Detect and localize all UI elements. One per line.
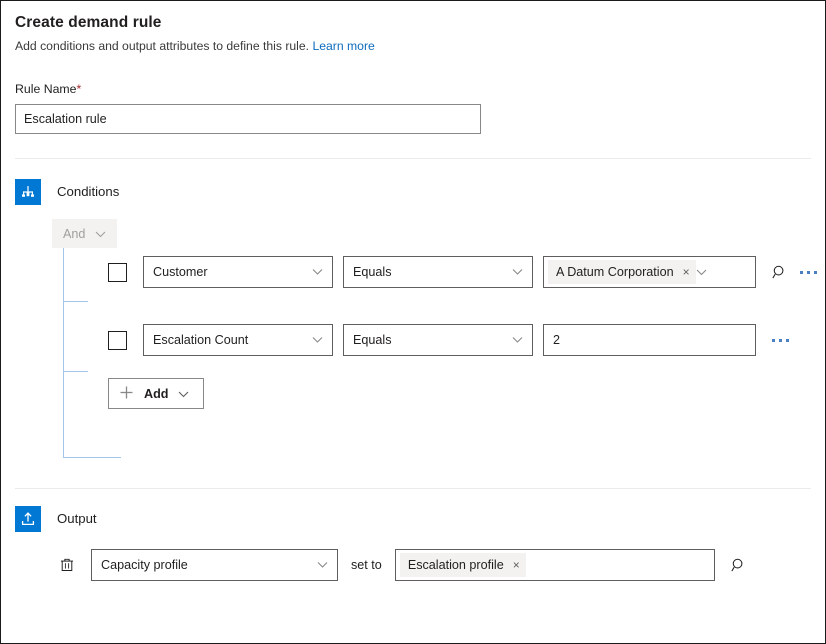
subtitle-text: Add conditions and output attributes to … <box>15 39 309 53</box>
condition-attribute-dropdown[interactable]: Escalation Count <box>143 324 333 356</box>
chevron-down-icon <box>317 562 328 569</box>
condition-rows: Customer Equals <box>52 248 822 356</box>
add-condition-button[interactable]: Add <box>108 378 204 409</box>
condition-attribute-value: Customer <box>153 265 208 279</box>
selected-value-pill: A Datum Corporation × <box>548 260 696 284</box>
selected-value-text: Escalation profile <box>408 558 504 572</box>
panel-header: Create demand rule Add conditions and ou… <box>1 1 825 55</box>
output-divider <box>15 488 811 489</box>
output-header: Output <box>15 506 753 532</box>
conditions-section: Conditions And <box>15 179 822 409</box>
logic-operator-label: And <box>63 227 85 241</box>
remove-value-icon[interactable]: × <box>683 266 690 278</box>
condition-value-text: 2 <box>553 333 560 347</box>
conditions-title: Conditions <box>57 183 119 201</box>
tree-branch-line <box>63 457 121 458</box>
chevron-down-icon <box>178 387 189 401</box>
hierarchy-icon <box>15 179 41 205</box>
tree-branch-line <box>63 371 88 372</box>
ellipsis-icon <box>800 271 817 274</box>
condition-value-input[interactable]: 2 <box>543 324 756 356</box>
chevron-down-icon <box>95 227 106 241</box>
conditions-body: And Customer <box>15 219 822 409</box>
remove-value-icon[interactable]: × <box>513 559 520 571</box>
output-title: Output <box>57 510 97 528</box>
add-button-label: Add <box>144 387 168 401</box>
selected-value-text: A Datum Corporation <box>556 265 674 279</box>
output-value-picker[interactable]: Escalation profile × <box>395 549 715 581</box>
table-row: Escalation Count Equals <box>108 324 822 356</box>
condition-operator-dropdown[interactable]: Equals <box>343 256 533 288</box>
logic-operator-dropdown[interactable]: And <box>52 219 117 248</box>
more-options-button[interactable] <box>766 326 794 354</box>
create-demand-rule-panel: Create demand rule Add conditions and ou… <box>0 0 826 644</box>
selected-value-pill: Escalation profile × <box>400 553 526 577</box>
condition-checkbox[interactable] <box>108 263 127 282</box>
chevron-down-icon <box>512 269 523 276</box>
chevron-down-icon <box>512 337 523 344</box>
condition-checkbox[interactable] <box>108 331 127 350</box>
learn-more-link[interactable]: Learn more <box>312 39 374 53</box>
output-attribute-dropdown[interactable]: Capacity profile <box>91 549 338 581</box>
upload-icon <box>15 506 41 532</box>
condition-attribute-dropdown[interactable]: Customer <box>143 256 333 288</box>
page-title: Create demand rule <box>15 13 825 33</box>
page-subtitle: Add conditions and output attributes to … <box>15 38 825 55</box>
condition-operator-dropdown[interactable]: Equals <box>343 324 533 356</box>
chevron-down-icon[interactable] <box>696 263 707 281</box>
output-section: Output Capacity profile <box>15 506 753 581</box>
search-icon[interactable] <box>725 551 753 579</box>
conditions-header: Conditions <box>15 179 822 205</box>
chevron-down-icon <box>312 269 323 276</box>
chevron-down-icon <box>312 337 323 344</box>
rule-name-label-text: Rule Name <box>15 82 77 96</box>
table-row: Customer Equals <box>108 256 822 288</box>
condition-operator-value: Equals <box>353 265 392 279</box>
search-icon[interactable] <box>766 258 794 286</box>
required-indicator: * <box>77 82 82 96</box>
add-condition-area: Add <box>52 378 822 409</box>
rule-name-label: Rule Name* <box>15 81 825 97</box>
plus-icon <box>119 385 134 403</box>
output-row: Capacity profile set to Escalation profi… <box>15 549 753 581</box>
condition-operator-value: Equals <box>353 333 392 347</box>
more-options-button[interactable] <box>794 258 822 286</box>
condition-attribute-value: Escalation Count <box>153 333 248 347</box>
conditions-divider <box>15 158 811 159</box>
output-attribute-value: Capacity profile <box>101 558 188 572</box>
set-to-label: set to <box>351 558 382 572</box>
rule-name-field: Rule Name* <box>1 81 825 134</box>
ellipsis-icon <box>772 339 789 342</box>
rule-name-input[interactable] <box>15 104 481 134</box>
trash-icon[interactable] <box>53 551 81 579</box>
condition-value-picker[interactable]: A Datum Corporation × <box>543 256 756 288</box>
